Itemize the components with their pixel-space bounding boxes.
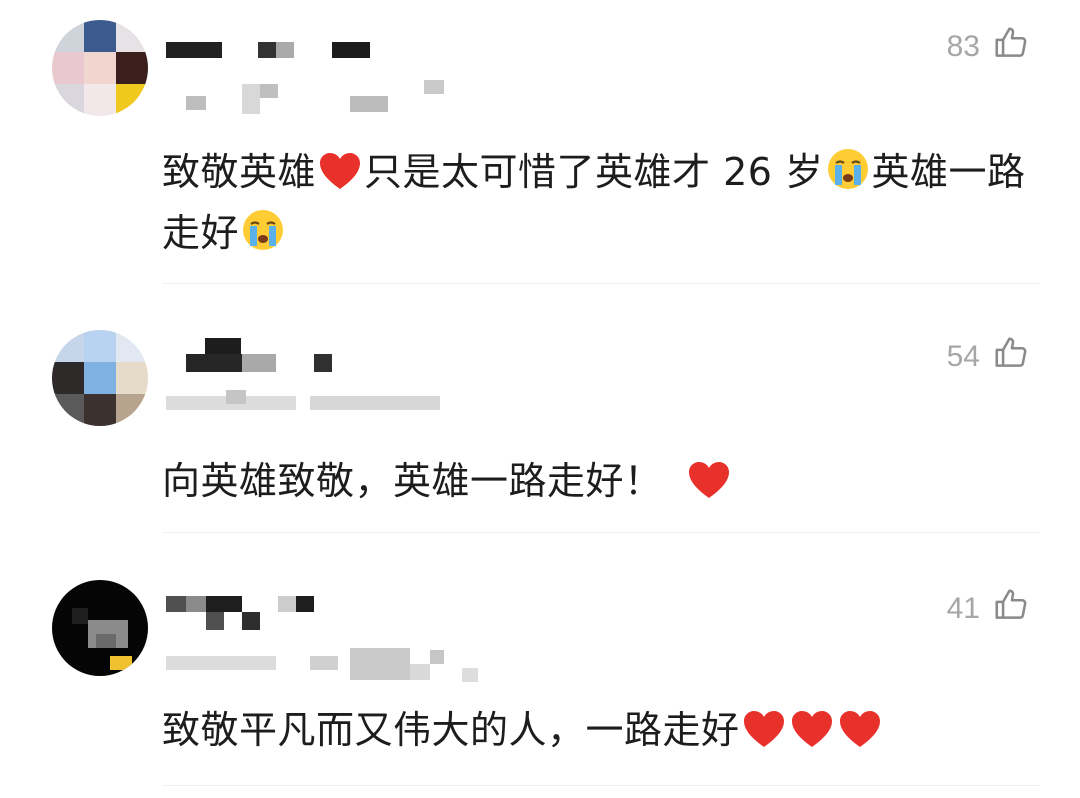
divider: [162, 785, 1040, 786]
avatar[interactable]: [52, 20, 148, 116]
like-count: 54: [946, 340, 980, 373]
thumbs-up-icon: [992, 334, 1030, 380]
heart-icon: [838, 709, 882, 764]
crying-face-icon: [241, 208, 285, 267]
divider: [162, 532, 1040, 533]
like-button[interactable]: 54: [947, 334, 1030, 380]
comment-text: 致敬英雄 只是太可惜了英雄才 26 岁英雄一路走好: [162, 145, 1047, 267]
heart-icon: [318, 151, 362, 206]
comment-text: 致敬平凡而又伟大的人，一路走好: [162, 703, 1047, 764]
heart-icon: [742, 709, 786, 764]
crying-face-icon: [826, 147, 870, 206]
thumbs-up-icon: [992, 586, 1030, 632]
divider: [162, 283, 1040, 284]
avatar[interactable]: [52, 330, 148, 426]
heart-icon: [790, 709, 834, 764]
heart-icon: [687, 460, 731, 515]
like-button[interactable]: 83: [947, 24, 1030, 70]
comment-text: 向英雄致敬，英雄一路走好！: [162, 454, 1047, 515]
like-button[interactable]: 41: [947, 586, 1030, 632]
like-count: 41: [946, 592, 980, 625]
avatar[interactable]: [52, 580, 148, 676]
like-count: 83: [946, 30, 980, 63]
thumbs-up-icon: [992, 24, 1030, 70]
